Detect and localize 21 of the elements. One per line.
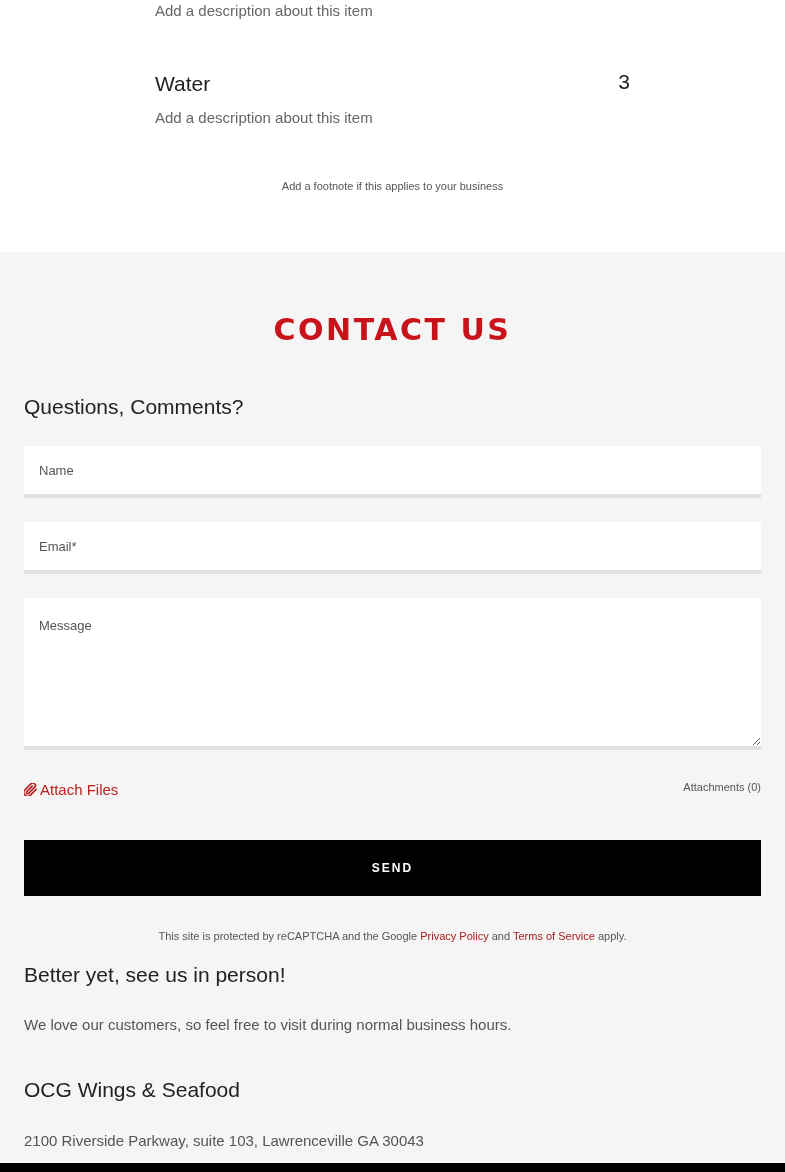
form-heading: Questions, Comments? [24,394,245,420]
recaptcha-notice: This site is protected by reCAPTCHA and the Google Privacy Policy and Terms of Service apply. [157,929,628,944]
business-name: OCG Wings & Seafood [24,1077,241,1103]
menu-item-name: Water [155,71,211,97]
visit-text: We love our customers, so feel free to visit during normal business hours. [24,1015,513,1035]
attachments-count: Attachments (0) [683,781,761,793]
attach-files-button[interactable]: Attach Files [24,780,119,798]
menu-item-description: Add a description about this item [155,108,374,128]
menu-item-description: Add a description about this item [155,1,374,21]
menu-item-price: 3 [618,69,630,95]
visit-heading: Better yet, see us in person! [24,962,287,988]
paperclip-icon [24,782,37,796]
menu-footnote: Add a footnote if this applies to your business [280,179,505,194]
notice-link[interactable]: Terms of Service [512,930,595,942]
notice-link[interactable]: Privacy Policy [420,930,489,942]
section-title: CONTACT US [272,311,513,349]
message-field[interactable]: Message [24,598,761,750]
text-input-field[interactable]: Name [24,446,761,498]
send-button[interactable]: SEND [24,840,761,896]
business-address: 2100 Riverside Parkway, suite 103, Lawrenceville GA 30043 [24,1131,425,1151]
text-input-field[interactable]: Email* [24,522,761,574]
